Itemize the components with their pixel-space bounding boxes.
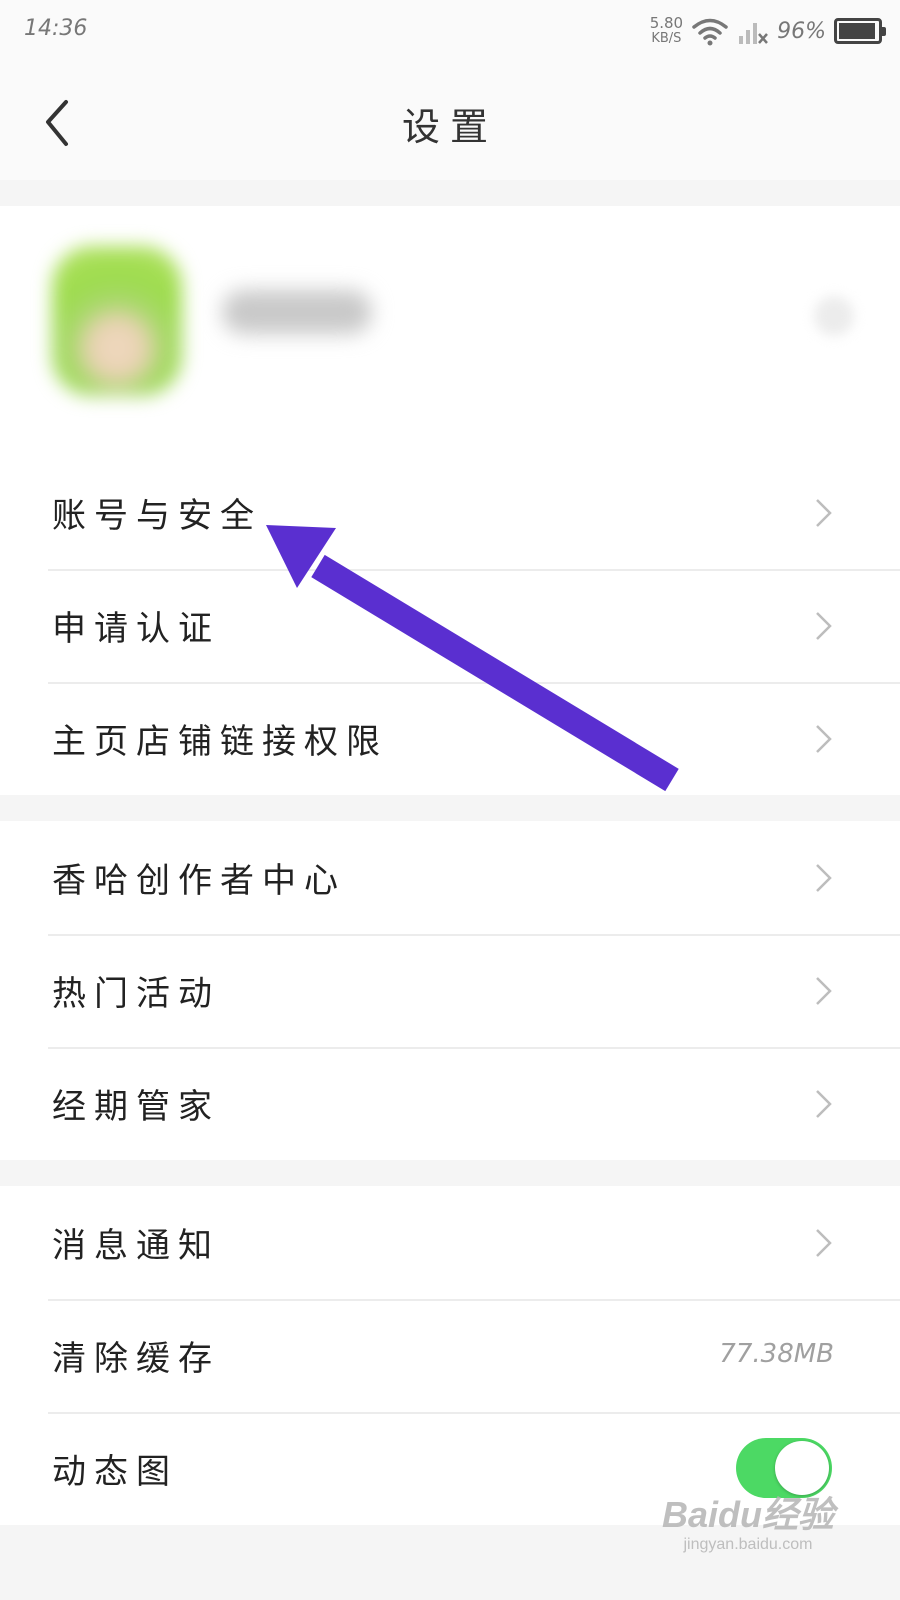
watermark-url: jingyan.baidu.com [683,1536,813,1553]
settings-row-shop-link-permission[interactable]: 主页店铺链接权限 [0,682,900,795]
settings-row-apply-verification[interactable]: 申请认证 [0,569,900,682]
username [222,290,372,334]
settings-row-account-security[interactable]: 账号与安全 [0,456,900,569]
network-speed: 5.80 KB/S [649,14,684,47]
watermark: Baidu经验 jingyan.baidu.com [662,1486,834,1554]
settings-row-label: 主页店铺链接权限 [52,722,388,762]
battery-icon [834,18,886,44]
chevron-right-icon [816,725,832,753]
settings-row-label: 经期管家 [52,1087,220,1127]
battery-fill [839,23,876,39]
nav-bar: 设置 [0,62,900,180]
network-speed-value: 5.80 [649,14,684,32]
settings-row-period-manager[interactable]: 经期管家 [0,1047,900,1160]
status-bar: 14:36 5.80 KB/S 96% [0,0,900,62]
settings-group-general: 消息通知 清除缓存 77.38MB 动态图 [0,1186,900,1525]
settings-row-label: 清除缓存 [52,1339,220,1379]
profile-card[interactable] [0,206,900,456]
network-speed-unit: KB/S [651,31,682,46]
settings-group-account: 账号与安全 申请认证 主页店铺链接权限 [0,456,900,795]
page-title: 设置 [401,105,498,149]
chevron-right-icon [816,864,832,892]
chevron-right-icon [816,499,832,527]
cellular-signal-icon [739,23,769,44]
settings-row-clear-cache[interactable]: 清除缓存 77.38MB [0,1299,900,1412]
settings-row-label: 账号与安全 [52,496,262,536]
chevron-right-icon [816,1229,832,1257]
chevron-right-icon [814,296,854,336]
avatar [52,246,182,396]
settings-row-hot-events[interactable]: 热门活动 [0,934,900,1047]
watermark-logo: Baidu经验 [661,1494,834,1535]
battery-percent: 96% [777,18,826,44]
cache-size: 77.38MB [719,1339,834,1369]
chevron-right-icon [816,1090,832,1118]
settings-row-label: 申请认证 [52,609,220,649]
settings-row-creator-center[interactable]: 香哈创作者中心 [0,821,900,934]
settings-group-features: 香哈创作者中心 热门活动 经期管家 [0,821,900,1160]
settings-row-notifications[interactable]: 消息通知 [0,1186,900,1299]
status-time: 14:36 [24,16,88,41]
settings-row-label: 动态图 [52,1452,178,1492]
status-indicators: 5.80 KB/S 96% [649,12,886,50]
wifi-icon [692,18,728,46]
chevron-right-icon [816,612,832,640]
settings-row-label: 热门活动 [52,974,220,1014]
settings-row-label: 香哈创作者中心 [52,861,346,901]
settings-row-label: 消息通知 [52,1226,220,1266]
chevron-right-icon [816,977,832,1005]
